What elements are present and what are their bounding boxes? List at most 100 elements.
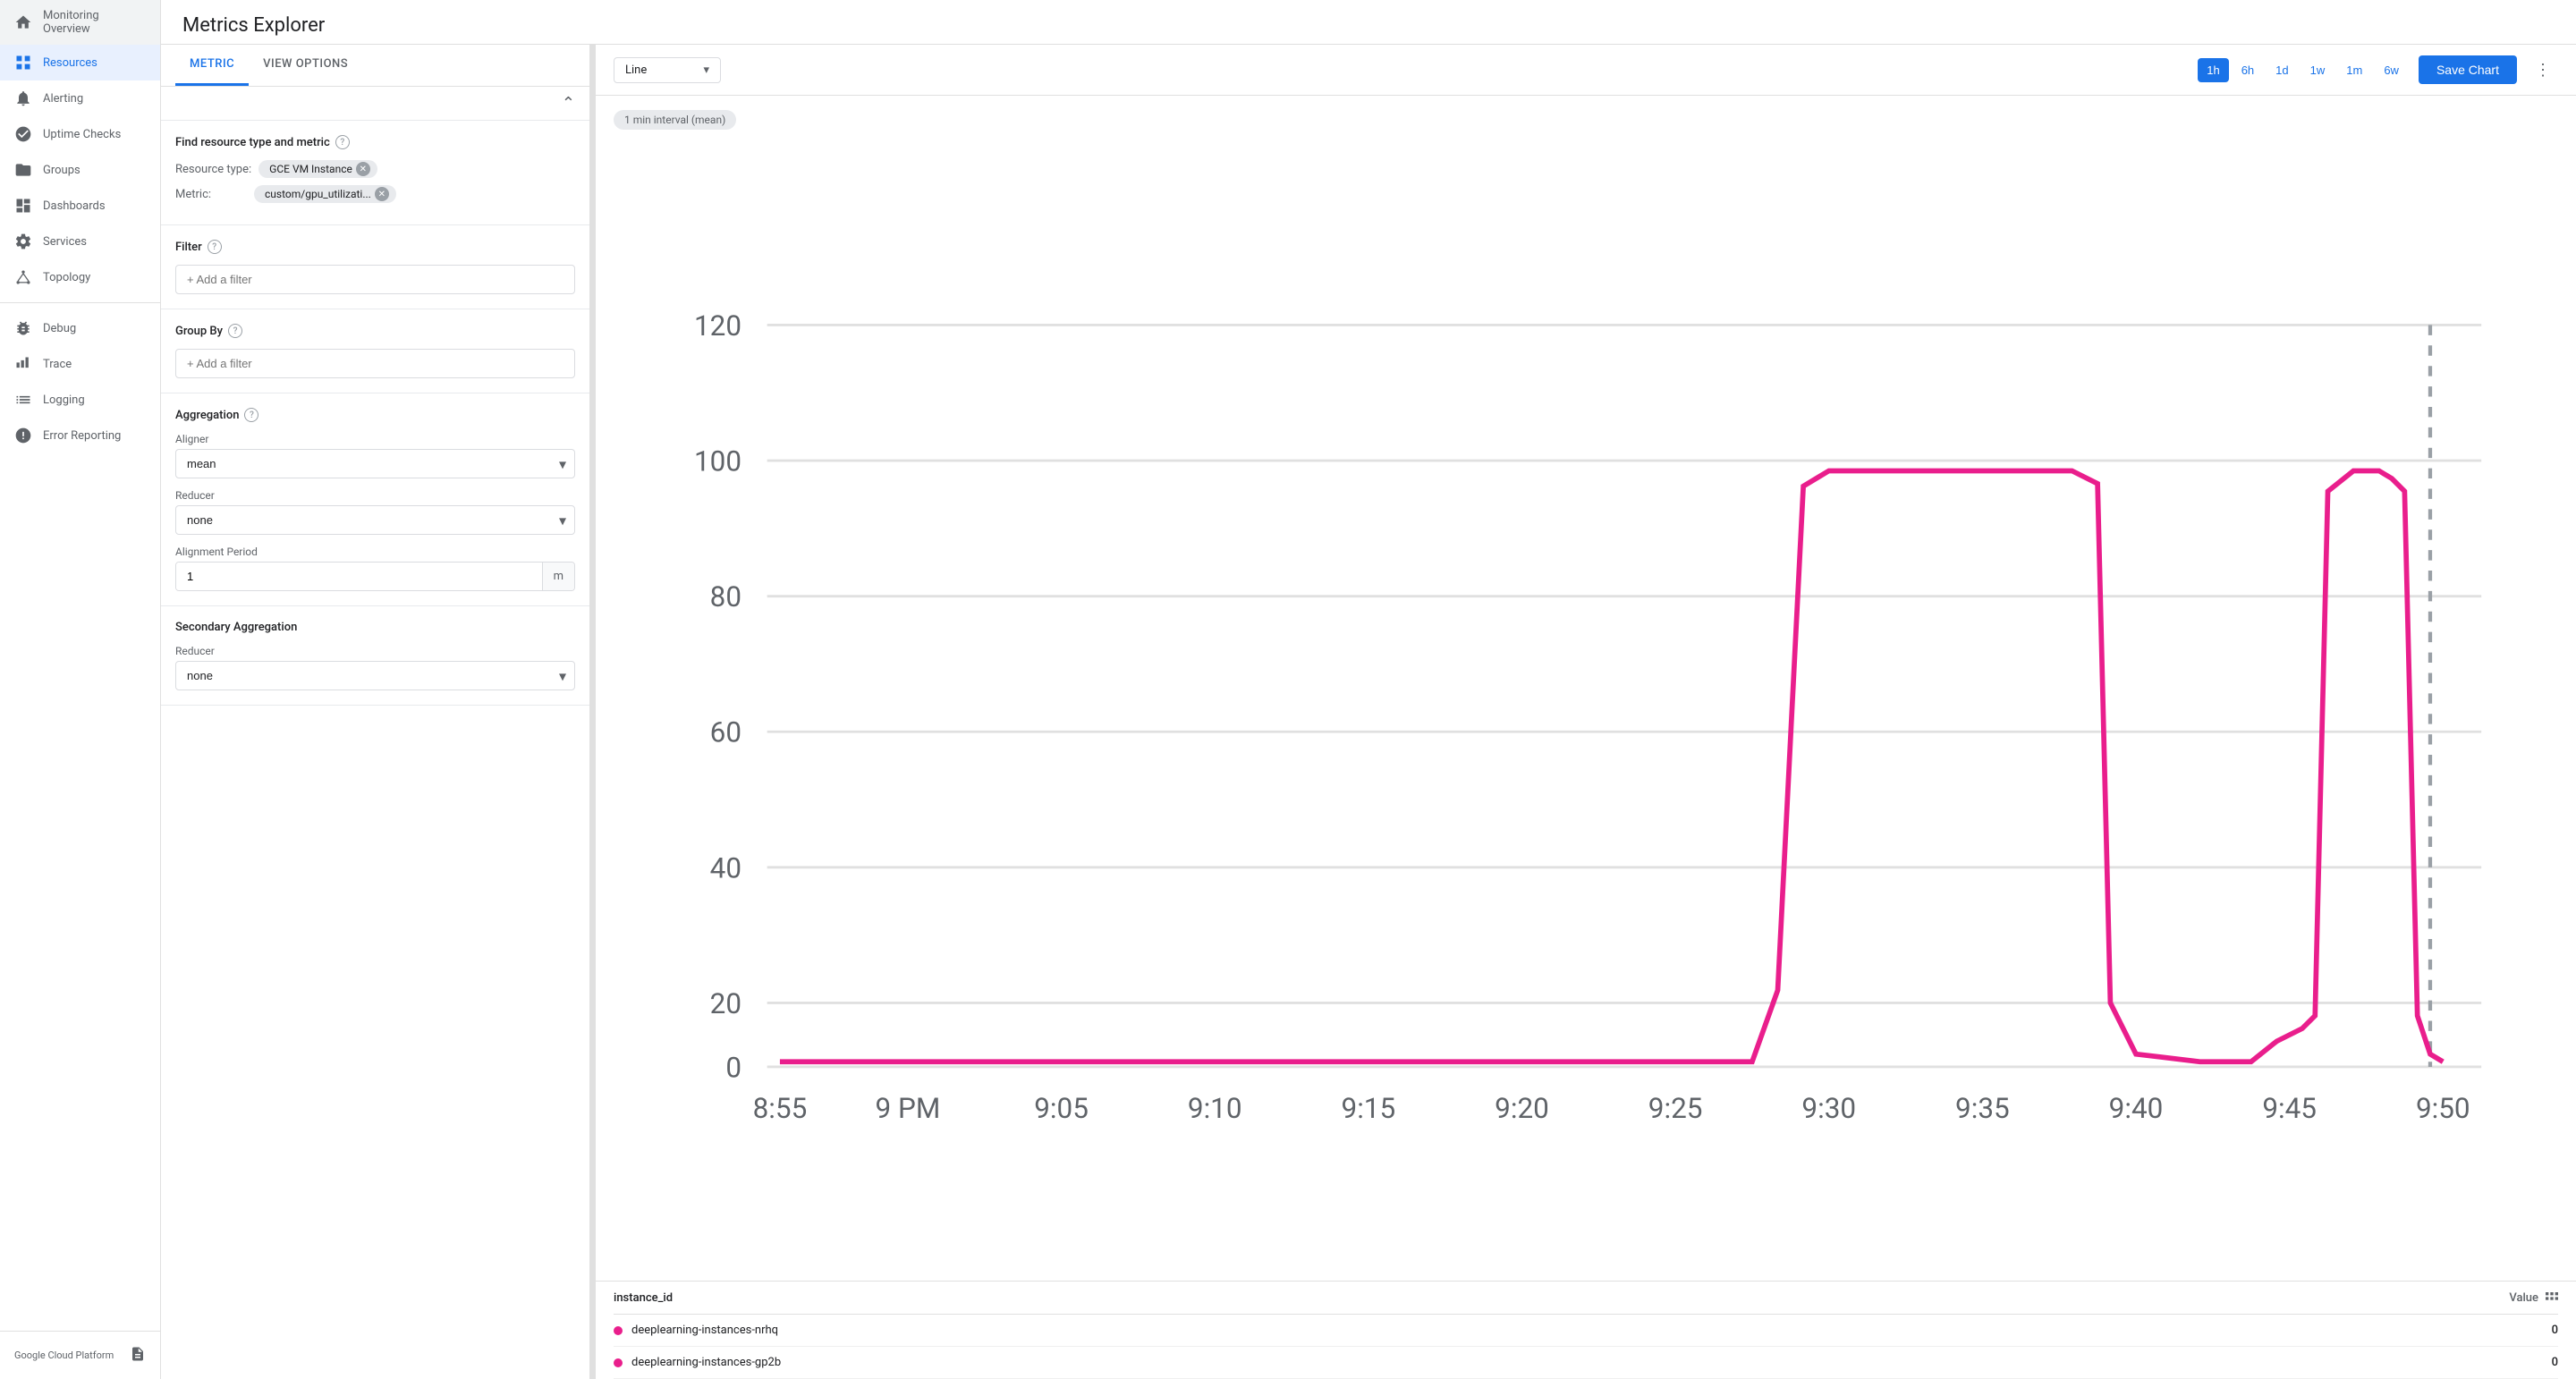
legend-instance-name-0: deeplearning-instances-nrhq <box>631 1324 2531 1337</box>
legend-dot-1 <box>614 1358 623 1367</box>
metric-close[interactable]: ✕ <box>375 187 389 201</box>
tab-metric[interactable]: METRIC <box>175 45 249 86</box>
svg-text:9:20: 9:20 <box>1495 1092 1549 1125</box>
sidebar-item-topology[interactable]: Topology <box>0 259 160 295</box>
svg-text:9:35: 9:35 <box>1955 1092 2010 1125</box>
group-by-help-icon[interactable]: ? <box>228 324 242 338</box>
svg-text:60: 60 <box>710 716 741 749</box>
sidebar-item-label: Uptime Checks <box>43 128 121 141</box>
main-content: Metrics Explorer METRIC VIEW OPTIONS ⌃ F… <box>161 0 2576 1379</box>
home-icon <box>14 13 32 31</box>
chart-type-select[interactable]: Line ▾ <box>614 57 721 83</box>
sidebar-item-services[interactable]: Services <box>0 224 160 259</box>
filter-title: Filter ? <box>175 240 575 254</box>
metric-chip[interactable]: custom/gpu_utilizati... ✕ <box>254 185 396 203</box>
more-options-icon[interactable]: ⋮ <box>2528 57 2558 83</box>
resource-type-label: Resource type: <box>175 163 251 176</box>
legend-value-1: 0 <box>2531 1356 2558 1369</box>
aligner-select[interactable]: mean sum min max <box>175 449 575 478</box>
save-chart-button[interactable]: Save Chart <box>2419 55 2517 84</box>
sidebar-item-groups[interactable]: Groups <box>0 152 160 188</box>
chart-svg: 120 100 80 60 40 20 0 8:55 9 PM 9:05 9:1… <box>614 137 2558 1281</box>
sidebar-item-debug[interactable]: Debug <box>0 310 160 346</box>
svg-text:9:25: 9:25 <box>1648 1092 1703 1125</box>
tabs-bar: METRIC VIEW OPTIONS <box>161 45 589 87</box>
alignment-period-input[interactable] <box>176 563 542 590</box>
svg-text:9:10: 9:10 <box>1188 1092 1242 1125</box>
resource-type-close[interactable]: ✕ <box>356 162 370 176</box>
reducer-select[interactable]: none sum min max <box>175 505 575 535</box>
grid-icon <box>14 54 32 72</box>
svg-text:8:55: 8:55 <box>753 1092 808 1125</box>
chart-svg-container: 120 100 80 60 40 20 0 8:55 9 PM 9:05 9:1… <box>614 137 2558 1281</box>
sidebar-item-label: Trace <box>43 358 72 371</box>
sidebar-item-dashboards[interactable]: Dashboards <box>0 188 160 224</box>
alignment-period-row: m <box>175 562 575 591</box>
time-btn-6w[interactable]: 6w <box>2375 58 2408 82</box>
sidebar-item-trace[interactable]: Trace <box>0 346 160 382</box>
sidebar-item-alerting[interactable]: Alerting <box>0 80 160 116</box>
time-btn-6h[interactable]: 6h <box>2233 58 2263 82</box>
secondary-aggregation-title: Secondary Aggregation <box>175 621 575 634</box>
metric-help-icon[interactable]: ? <box>335 135 350 149</box>
time-btn-1w[interactable]: 1w <box>2301 58 2334 82</box>
bell-icon <box>14 89 32 107</box>
svg-text:40: 40 <box>710 851 741 884</box>
svg-text:9:45: 9:45 <box>2262 1092 2317 1125</box>
time-btn-1h[interactable]: 1h <box>2198 58 2228 82</box>
sidebar-item-label: Resources <box>43 56 97 70</box>
sidebar-item-label: Alerting <box>43 92 83 106</box>
metric-row: Metric: custom/gpu_utilizati... ✕ <box>175 185 575 203</box>
legend-value-col-header: Value <box>2509 1290 2558 1305</box>
svg-text:80: 80 <box>710 580 741 613</box>
alignment-period-unit: m <box>542 563 574 590</box>
group-by-section: Group By ? <box>161 309 589 393</box>
sidebar-item-resources[interactable]: Resources <box>0 45 160 80</box>
secondary-reducer-select-wrapper: none ▾ <box>175 661 575 690</box>
time-btn-1m[interactable]: 1m <box>2337 58 2371 82</box>
dashboard-icon <box>14 197 32 215</box>
secondary-reducer-select[interactable]: none <box>175 661 575 690</box>
sidebar-divider <box>0 302 160 303</box>
sidebar-item-error-reporting[interactable]: Error Reporting <box>0 418 160 453</box>
sidebar-item-label: Dashboards <box>43 199 106 213</box>
group-by-input[interactable] <box>175 349 575 378</box>
left-panel: METRIC VIEW OPTIONS ⌃ Find resource type… <box>161 45 590 1379</box>
collapse-icon[interactable]: ⌃ <box>562 94 575 113</box>
sidebar-item-monitoring-overview[interactable]: Monitoring Overview <box>0 0 160 45</box>
aggregation-help-icon[interactable]: ? <box>244 408 258 422</box>
reducer-select-wrapper: none sum min max ▾ <box>175 505 575 535</box>
resource-type-row: Resource type: GCE VM Instance ✕ <box>175 160 575 178</box>
error-icon <box>14 427 32 444</box>
sidebar-item-label: Monitoring Overview <box>43 9 146 36</box>
topology-icon <box>14 268 32 286</box>
tab-view-options[interactable]: VIEW OPTIONS <box>249 45 362 86</box>
chart-type-dropdown-icon: ▾ <box>703 63 709 77</box>
legend-dot-0 <box>614 1326 623 1335</box>
chart-toolbar: Line ▾ 1h 6h 1d 1w 1m 6w Save Chart ⋮ <box>596 45 2576 96</box>
sidebar: Monitoring Overview Resources Alerting U… <box>0 0 161 1379</box>
legend-row-1[interactable]: deeplearning-instances-gp2b 0 <box>614 1347 2558 1379</box>
page-header: Metrics Explorer <box>161 0 2576 45</box>
time-btn-1d[interactable]: 1d <box>2267 58 2297 82</box>
metric-label: Metric: <box>175 188 247 201</box>
resource-type-chip[interactable]: GCE VM Instance ✕ <box>258 160 377 178</box>
filter-help-icon[interactable]: ? <box>208 240 222 254</box>
svg-text:100: 100 <box>694 444 741 478</box>
aggregation-section: Aggregation ? Aligner mean sum min max ▾ <box>161 393 589 606</box>
legend-row-0[interactable]: deeplearning-instances-nrhq 0 <box>614 1315 2558 1347</box>
filter-input[interactable] <box>175 265 575 294</box>
aligner-select-wrapper: mean sum min max ▾ <box>175 449 575 478</box>
svg-text:0: 0 <box>725 1051 741 1084</box>
chart-type-label: Line <box>625 63 647 77</box>
trace-icon <box>14 355 32 373</box>
svg-text:9:50: 9:50 <box>2416 1092 2470 1125</box>
alignment-period-label: Alignment Period <box>175 546 575 558</box>
settings-icon <box>14 233 32 250</box>
svg-text:9:05: 9:05 <box>1034 1092 1089 1125</box>
sidebar-item-uptime-checks[interactable]: Uptime Checks <box>0 116 160 152</box>
sidebar-item-logging[interactable]: Logging <box>0 382 160 418</box>
chart-interval-badge: 1 min interval (mean) <box>614 110 736 130</box>
sidebar-item-label: Error Reporting <box>43 429 121 443</box>
sidebar-item-label: Debug <box>43 322 76 335</box>
